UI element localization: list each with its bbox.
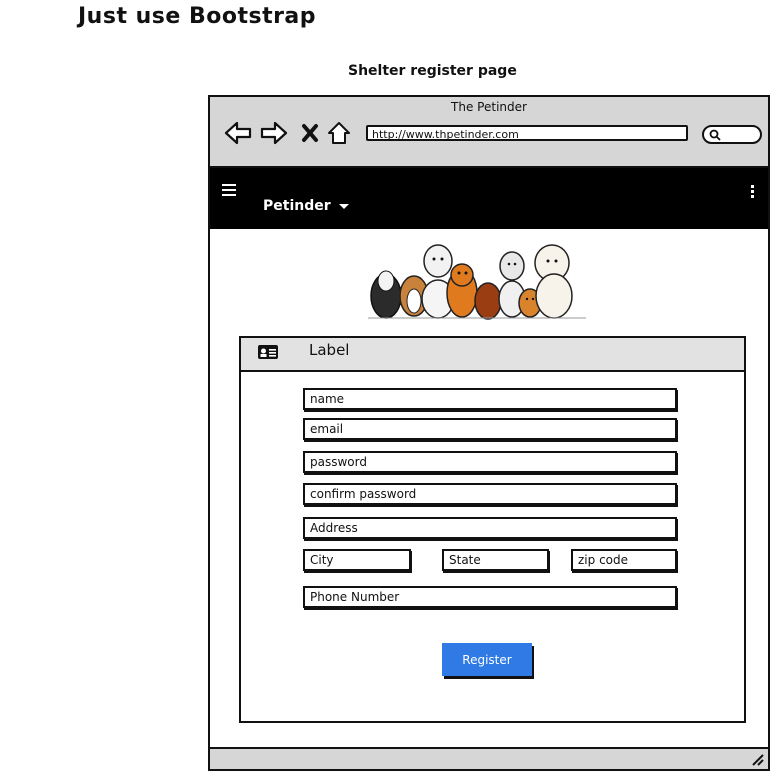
city-input[interactable]: City xyxy=(303,549,411,571)
phone-number-input[interactable]: Phone Number xyxy=(303,586,677,608)
page-subheading: Shelter register page xyxy=(348,63,517,79)
window-title: The Petinder xyxy=(451,100,527,114)
search-icon xyxy=(709,129,721,141)
browser-titlebar: The Petinder http://www.thpetinder.com xyxy=(210,97,768,168)
address-input[interactable]: Address xyxy=(303,517,677,539)
dogs-group-image xyxy=(368,244,586,320)
close-icon[interactable] xyxy=(300,120,320,146)
state-input[interactable]: State xyxy=(442,549,549,571)
navbar-brand: Petinder xyxy=(263,198,331,214)
browser-statusbar xyxy=(210,747,768,769)
page-heading: Just use Bootstrap xyxy=(78,4,317,29)
zip-code-input[interactable]: zip code xyxy=(571,549,677,571)
confirm-password-input[interactable]: confirm password xyxy=(303,483,677,505)
panel-header: Label xyxy=(241,338,744,372)
register-button[interactable]: Register xyxy=(442,643,532,676)
url-input[interactable]: http://www.thpetinder.com xyxy=(366,125,688,141)
password-input[interactable]: password xyxy=(303,451,677,473)
home-icon[interactable] xyxy=(327,120,351,146)
panel-label: Label xyxy=(309,341,350,359)
email-input[interactable]: email xyxy=(303,418,677,440)
kebab-menu-icon[interactable] xyxy=(751,185,754,200)
navbar: Petinder xyxy=(210,168,768,229)
hamburger-menu-icon[interactable] xyxy=(222,184,236,199)
forward-arrow-icon[interactable] xyxy=(260,120,288,146)
dropdown-caret-icon xyxy=(338,203,349,209)
navbar-brand-dropdown[interactable]: Petinder xyxy=(263,198,349,214)
name-input[interactable]: name xyxy=(303,388,677,410)
browser-search-box[interactable] xyxy=(702,125,762,144)
browser-window: The Petinder http://www.thpetinder.com P… xyxy=(208,95,770,771)
register-panel: Label name email password confirm passwo… xyxy=(239,336,746,723)
back-arrow-icon[interactable] xyxy=(224,120,252,146)
resize-grip-icon[interactable] xyxy=(750,752,764,766)
id-card-icon xyxy=(258,345,278,359)
